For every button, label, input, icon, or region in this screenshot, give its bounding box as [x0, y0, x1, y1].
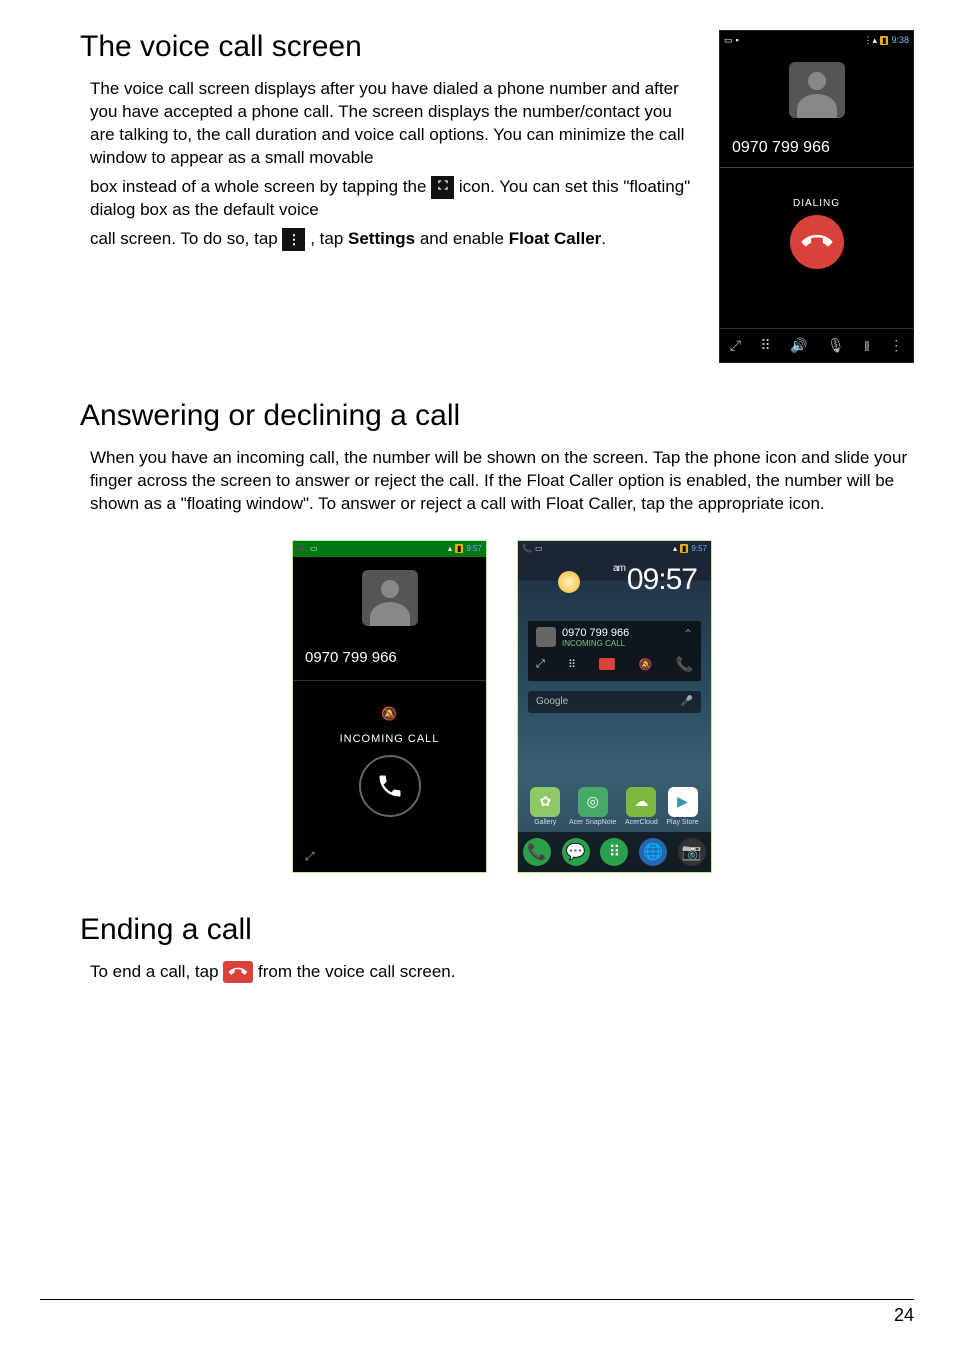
- answering-p1: When you have an incoming call, the numb…: [90, 447, 914, 516]
- float-incoming-label: INCOMING CALL: [562, 639, 629, 648]
- google-search-bar[interactable]: Google 🎤: [528, 691, 701, 713]
- voice-p1: The voice call screen displays after you…: [90, 78, 695, 170]
- incoming-screenshot: 📞 ▭ ▴ ▮ 9:57 0970 799 966 🔕 INCOMING CAL…: [292, 540, 487, 873]
- float-caller-screenshot: 📞 ▭ ▴ ▮ 9:57 am09:57 ⌃: [517, 540, 712, 873]
- nav-browser-icon[interactable]: 🌐: [639, 838, 667, 866]
- float-silence-icon[interactable]: 🔕: [639, 658, 653, 671]
- app-acercloud[interactable]: ☁AcerCloud: [625, 787, 658, 826]
- nav-phone-icon[interactable]: 📞: [523, 838, 551, 866]
- float-number: 0970 799 966: [562, 627, 629, 639]
- footer-divider: [40, 1299, 914, 1300]
- voice-p3c: and enable: [420, 229, 509, 248]
- notif-icon: ▭: [724, 35, 733, 46]
- float-avatar: [536, 627, 556, 647]
- call-icon: 📞: [297, 544, 307, 553]
- silence-icon[interactable]: 🔕: [381, 706, 397, 721]
- notif-icon-2: ▪: [736, 35, 739, 45]
- notif-icon: ▭: [310, 544, 318, 553]
- status-time: 9:57: [466, 544, 482, 553]
- float-caller-window[interactable]: ⌃ 0970 799 966 INCOMING CALL ⤢ ⠿ 🔕 📞: [528, 621, 701, 681]
- search-placeholder: Google: [536, 691, 568, 713]
- ending-section-title: Ending a call: [80, 913, 914, 947]
- expand-icon[interactable]: ⌃: [683, 627, 693, 641]
- overflow-menu-icon: ⋮: [282, 228, 305, 251]
- battery-icon: ▮: [455, 544, 463, 553]
- weather-sun-icon: [558, 571, 580, 593]
- speaker-icon[interactable]: 🔊: [790, 337, 807, 354]
- wifi-icon: ▴: [673, 544, 677, 553]
- ending-p1b: from the voice call screen.: [258, 962, 455, 981]
- status-time: 9:38: [891, 35, 909, 45]
- battery-icon: ▮: [880, 36, 888, 45]
- dialing-screenshot: ▭ ▪ ⋮▴ ▮ 9:38 0970 799 966 DIALING ⤢: [719, 30, 914, 363]
- hangup-icon: [223, 961, 253, 983]
- contact-avatar: [362, 570, 418, 626]
- voice-p3a: call screen. To do so, tap: [90, 229, 282, 248]
- wifi-icon: ▴: [448, 544, 452, 553]
- dialed-number: 0970 799 966: [720, 131, 913, 168]
- answer-slider[interactable]: [359, 755, 421, 817]
- voice-p3d: .: [601, 229, 606, 248]
- float-caller-label: Float Caller: [509, 229, 602, 248]
- contact-avatar: [789, 62, 845, 118]
- float-decline-button[interactable]: [599, 658, 615, 670]
- voice-section-title: The voice call screen: [80, 30, 695, 64]
- call-icon: 📞: [522, 544, 532, 553]
- dialing-label: DIALING: [793, 198, 840, 209]
- page-number: 24: [894, 1305, 914, 1326]
- app-playstore[interactable]: ▶Play Store: [666, 787, 698, 826]
- float-dialpad-icon[interactable]: ⠿: [568, 658, 576, 671]
- pause-icon[interactable]: ‖: [864, 338, 870, 354]
- minimize-icon[interactable]: ⤢: [293, 833, 486, 872]
- mute-icon[interactable]: 🎙: [827, 337, 845, 354]
- minimize-icon[interactable]: ⤢: [730, 337, 741, 354]
- voice-p2a: box instead of a whole screen by tapping…: [90, 177, 431, 196]
- app-snapnote[interactable]: ◎Acer SnapNote: [569, 787, 616, 826]
- wifi-icon: ⋮▴: [864, 35, 878, 46]
- incoming-number: 0970 799 966: [293, 639, 486, 681]
- notif-icon: ▭: [535, 544, 543, 553]
- float-minimize-icon[interactable]: ⤢: [536, 658, 545, 671]
- incoming-label: INCOMING CALL: [293, 733, 486, 745]
- app-gallery[interactable]: ✿Gallery: [530, 787, 560, 826]
- float-answer-button[interactable]: 📞: [676, 656, 693, 673]
- minimize-icon: [431, 176, 454, 199]
- settings-label: Settings: [348, 229, 415, 248]
- ending-p1a: To end a call, tap: [90, 962, 223, 981]
- more-icon[interactable]: ⋮: [889, 337, 903, 354]
- nav-apps-icon[interactable]: ⠿: [600, 838, 628, 866]
- nav-camera-icon[interactable]: 📷: [678, 838, 706, 866]
- hangup-button[interactable]: [790, 215, 844, 269]
- nav-messages-icon[interactable]: 💬: [562, 838, 590, 866]
- battery-icon: ▮: [680, 544, 688, 553]
- dialpad-icon[interactable]: ⠿: [760, 337, 770, 354]
- home-clock: am09:57: [613, 563, 697, 597]
- status-time: 9:57: [691, 544, 707, 553]
- voice-search-icon[interactable]: 🎤: [681, 691, 693, 713]
- answering-section-title: Answering or declining a call: [80, 399, 914, 433]
- voice-p3b: , tap: [310, 229, 348, 248]
